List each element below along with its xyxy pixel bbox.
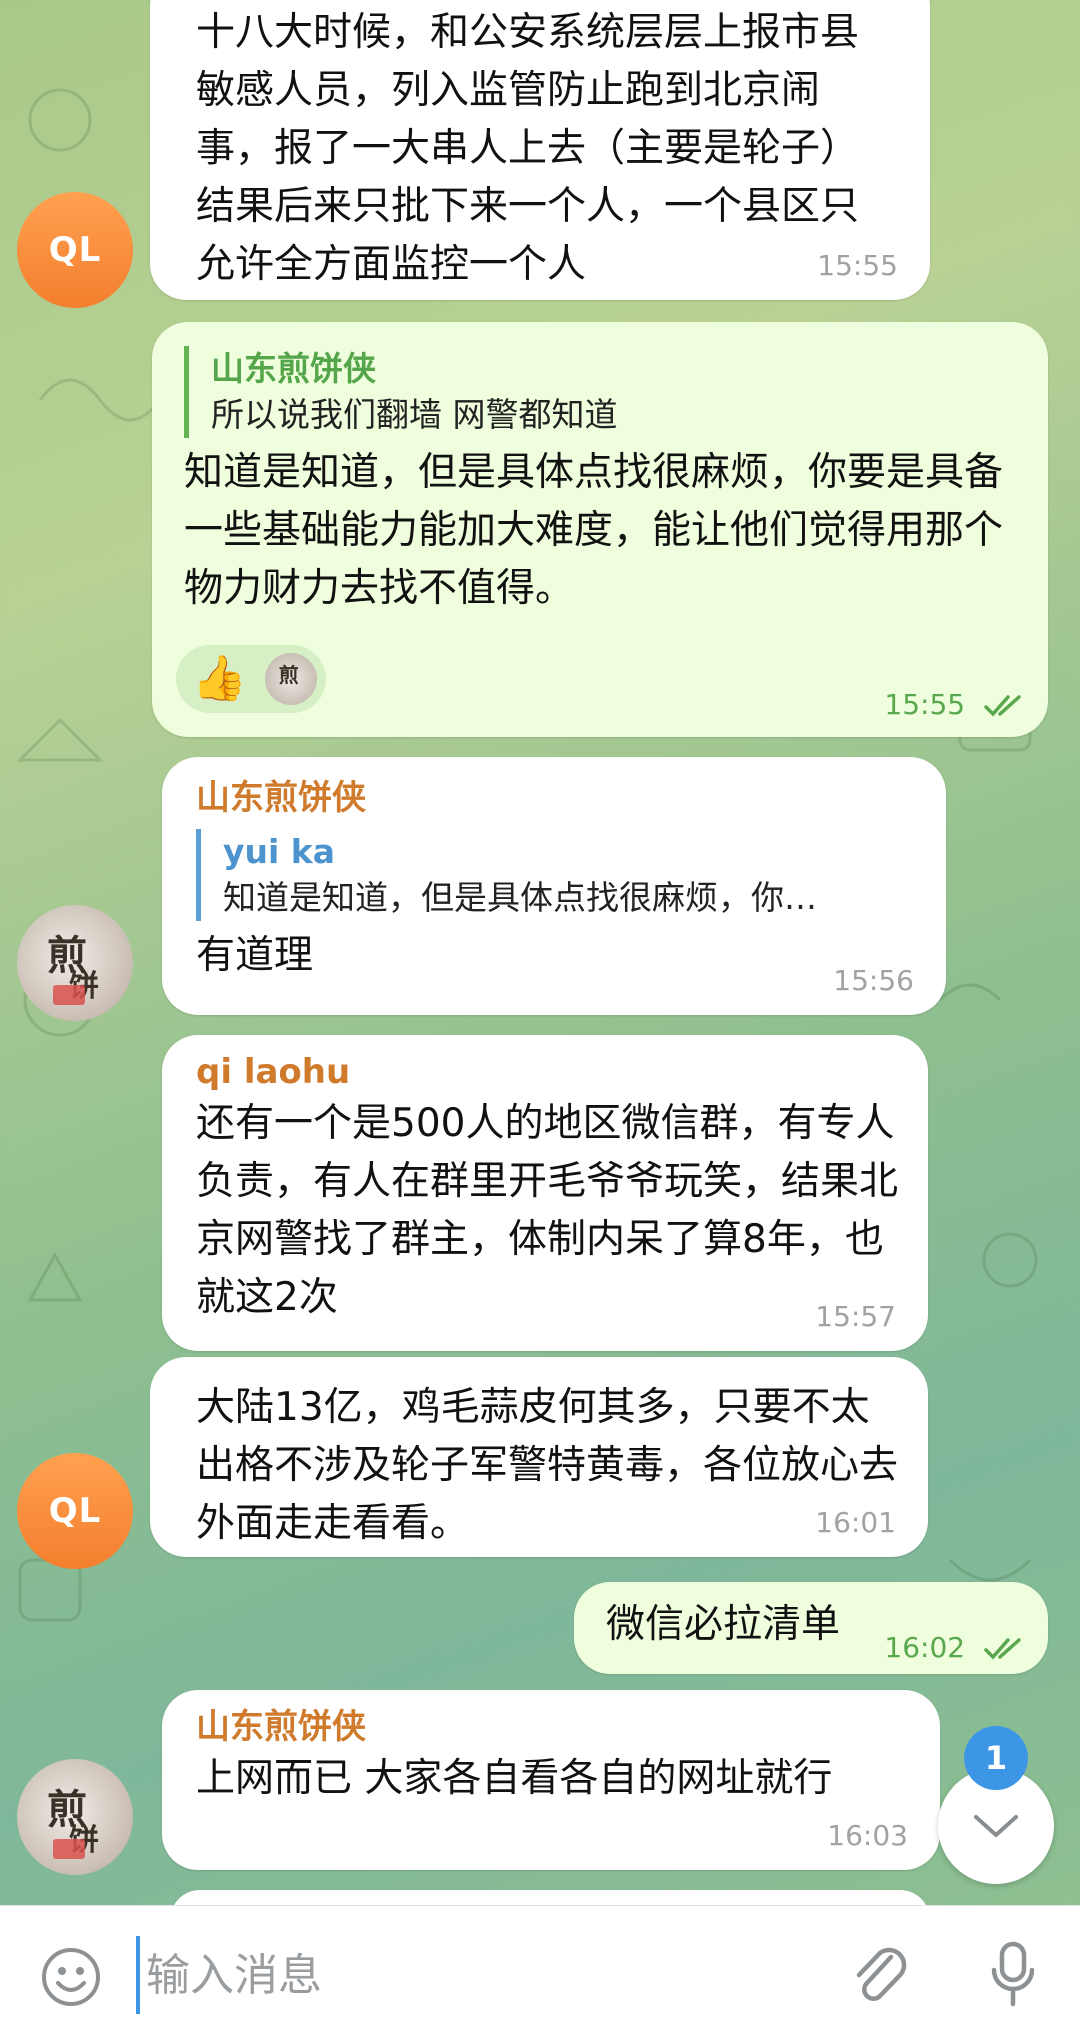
sender-name[interactable]: 山东煎饼侠	[196, 1704, 914, 1750]
double-check-icon	[984, 1638, 1021, 1660]
message-time-row: 15:55	[884, 688, 1028, 721]
message-text: 大陆13亿，鸡毛蒜皮何其多，只要不太出格不涉及轮子军警特黄毒，各位放心去外面走走…	[196, 1385, 899, 1546]
voice-record-button[interactable]	[978, 1938, 1048, 2012]
emoji-button[interactable]	[36, 1942, 106, 2012]
attach-button[interactable]	[846, 1940, 916, 2010]
reply-text: 知道是知道，但是具体点找很麻烦，你…	[223, 878, 817, 917]
reply-quote[interactable]: yui ka 知道是知道，但是具体点找很麻烦，你…	[196, 829, 920, 921]
thumbs-up-icon: 👍	[192, 653, 247, 704]
message-text: 有道理	[196, 933, 314, 978]
smile-icon	[42, 1948, 100, 2006]
message-time: 15:55	[884, 688, 966, 721]
message-text: 还有一个是500人的地区微信群，有专人负责，有人在群里开毛爷爷玩笑，结果北京网警…	[196, 1101, 899, 1320]
paperclip-icon	[856, 1947, 907, 2001]
message-bubble[interactable]: 山东煎饼侠 yui ka 知道是知道，但是具体点找很麻烦，你… 有道理 15:5…	[162, 757, 946, 1015]
message-time-row: 16:02	[884, 1631, 1028, 1664]
sender-avatar-jianbing[interactable]: 煎 饼	[17, 905, 133, 1021]
avatar-initials: QL	[48, 1491, 102, 1531]
message-time: 16:03	[827, 1819, 908, 1852]
avatar-initials: QL	[48, 230, 102, 270]
message-text: 上网而已 大家各自看各自的网址就行	[196, 1756, 833, 1801]
reply-text: 所以说我们翻墙 网警都知道	[211, 395, 618, 434]
unread-count-badge: 1	[964, 1726, 1028, 1790]
double-check-icon	[984, 695, 1021, 717]
message-text: 知道是知道，但是具体点找很麻烦，你要是具备一些基础能力能加大难度，能让他们觉得用…	[184, 450, 1004, 611]
message-time: 16:01	[815, 1506, 896, 1539]
chevron-down-icon	[974, 1815, 1018, 1837]
reply-sender-name: yui ka	[223, 832, 336, 871]
reactor-avatar: 煎	[264, 653, 317, 705]
sender-avatar-ql[interactable]: QL	[17, 192, 133, 308]
message-bubble[interactable]: 十八大时候，和公安系统层层上报市县敏感人员，列入监管防止跑到北京闹事，报了一大串…	[150, 0, 930, 300]
message-time: 16:02	[884, 1631, 966, 1664]
message-time: 15:56	[833, 964, 914, 997]
sender-name[interactable]: qi laohu	[196, 1049, 898, 1095]
reply-quote[interactable]: 山东煎饼侠 所以说我们翻墙 网警都知道	[184, 346, 1018, 438]
reaction-chip[interactable]: 👍 煎	[176, 645, 326, 713]
message-bubble[interactable]: qi laohu 还有一个是500人的地区微信群，有专人负责，有人在群里开毛爷爷…	[162, 1035, 928, 1351]
message-text: 十八大时候，和公安系统层层上报市县敏感人员，列入监管防止跑到北京闹事，报了一大串…	[196, 10, 860, 287]
sender-avatar-ql[interactable]: QL	[17, 1453, 133, 1569]
message-composer	[0, 1905, 1080, 2041]
sender-name[interactable]: 山东煎饼侠	[196, 775, 920, 821]
sender-avatar-jianbing[interactable]: 煎 饼	[17, 1759, 133, 1875]
reply-sender-name: 山东煎饼侠	[211, 349, 376, 388]
message-bubble[interactable]: 山东煎饼侠 上网而已 大家各自看各自的网址就行 16:03	[162, 1690, 940, 1870]
message-bubble-outgoing[interactable]: 山东煎饼侠 所以说我们翻墙 网警都知道 知道是知道，但是具体点找很麻烦，你要是具…	[152, 322, 1048, 737]
message-bubble-outgoing[interactable]: 微信必拉清单 16:02	[574, 1582, 1048, 1674]
message-time: 15:57	[815, 1300, 896, 1333]
message-time: 15:55	[817, 249, 898, 282]
message-input[interactable]	[136, 1936, 828, 2014]
microphone-icon	[991, 1941, 1035, 2007]
message-bubble[interactable]: 大陆13亿，鸡毛蒜皮何其多，只要不太出格不涉及轮子军警特黄毒，各位放心去外面走走…	[150, 1357, 928, 1557]
